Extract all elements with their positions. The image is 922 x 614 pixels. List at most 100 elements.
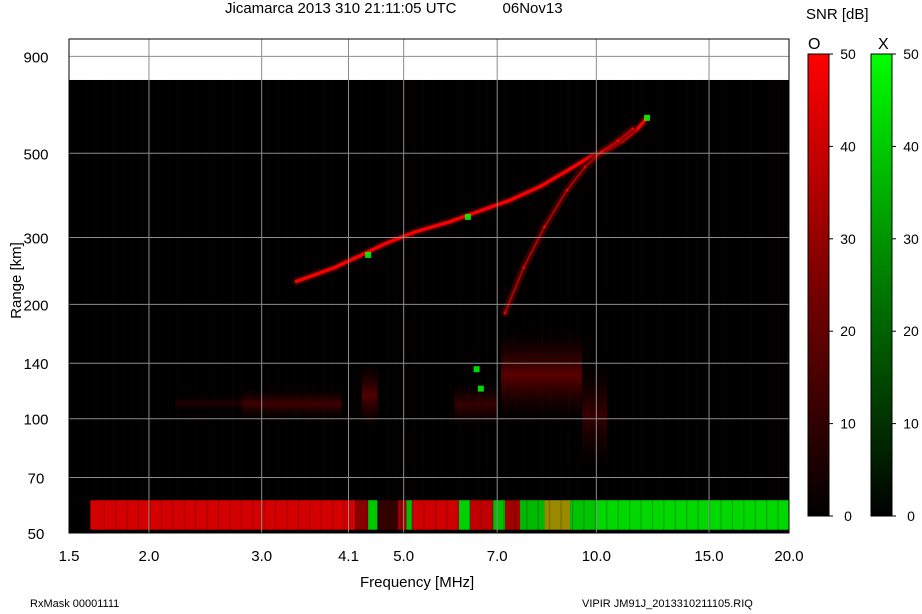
band-stripe: [651, 500, 653, 530]
noise-streak: [632, 79, 634, 533]
band-stripe: [674, 500, 676, 530]
noise-streak: [714, 79, 716, 533]
band-stripe: [720, 500, 722, 530]
x-mode-echo: [644, 114, 651, 121]
x-tick-label: 2.0: [139, 548, 160, 565]
band-stripe: [743, 500, 745, 530]
y-tick-label: 300: [23, 231, 48, 248]
noise-streak: [641, 79, 643, 533]
x-tick-label: 10.0: [582, 548, 611, 565]
band-stripe: [594, 500, 596, 530]
band-stripe: [629, 500, 631, 530]
trace-point: [539, 184, 543, 188]
band-stripe: [343, 500, 345, 530]
band-stripe: [389, 500, 391, 530]
band-echo: [368, 500, 378, 530]
spread-patch: [582, 363, 608, 467]
band-stripe: [434, 500, 436, 530]
noise-streak: [486, 79, 488, 533]
band-stripe: [457, 500, 459, 530]
colorbar-tick-label: 20: [903, 323, 919, 339]
noise-streak: [122, 79, 124, 533]
noise-streak: [149, 79, 152, 533]
band-stripe: [320, 500, 322, 530]
trace-point: [448, 220, 452, 224]
noise-streak: [277, 79, 279, 533]
band-stripe: [572, 500, 574, 530]
ionogram-chart: 1.5 2.0 3.0 4.1 5.0 7.0 10.0 15.0 20.05070100140…: [23, 38, 919, 565]
noise-streak: [477, 79, 479, 533]
noise-streak: [368, 79, 370, 533]
spread-patch: [175, 395, 243, 411]
noise-streak: [240, 79, 243, 533]
band-stripe: [503, 500, 505, 530]
noise-streak: [741, 79, 743, 533]
noise-streak: [786, 79, 789, 533]
trace-point: [600, 150, 604, 154]
noise-streak: [422, 79, 425, 533]
band-echo: [505, 500, 521, 530]
noise-streak: [568, 79, 570, 533]
colorbar-tick-label: 40: [840, 138, 856, 154]
noise-streak: [222, 79, 225, 533]
trace-point: [475, 210, 479, 214]
spread-patch: [454, 381, 498, 428]
band-echo: [90, 500, 356, 530]
band-echo: [570, 500, 597, 530]
band-stripe: [355, 500, 357, 530]
trace-point: [413, 230, 417, 234]
band-stripe: [172, 500, 174, 530]
band-stripe: [514, 500, 516, 530]
noise-streak: [86, 79, 88, 533]
colorbar-x: [870, 53, 893, 517]
spread-patch: [242, 388, 342, 419]
noise-streak: [559, 79, 561, 533]
trace-point: [507, 199, 511, 203]
noise-streak: [231, 79, 234, 533]
noise-streak: [704, 79, 707, 533]
band-stripe: [149, 500, 151, 530]
noise-streak: [550, 79, 552, 533]
band-stripe: [777, 500, 779, 530]
band-echo: [596, 500, 789, 530]
band-echo: [377, 500, 399, 530]
colorbar-tick-label: 40: [903, 138, 919, 154]
band-stripe: [469, 500, 471, 530]
noise-streak: [259, 79, 261, 533]
band-stripe: [160, 500, 162, 530]
trace-point: [360, 253, 364, 257]
band-stripe: [492, 500, 494, 530]
noise-streak: [623, 79, 625, 533]
band-echo: [493, 500, 506, 530]
noise-streak: [113, 79, 115, 533]
noise-streak: [431, 79, 434, 533]
noise-streak: [541, 79, 543, 533]
x-mode-echo: [477, 385, 484, 392]
noise-streak: [677, 79, 680, 533]
band-echo: [406, 500, 412, 530]
band-stripe: [583, 500, 585, 530]
noise-streak: [659, 79, 661, 533]
x-tick-label: 3.0: [251, 548, 272, 565]
noise-streak: [104, 79, 106, 533]
noise-streak: [413, 79, 416, 533]
y-tick-label: 140: [23, 356, 48, 373]
band-stripe: [537, 500, 539, 530]
noise-streak: [750, 79, 752, 533]
band-stripe: [697, 500, 699, 530]
band-stripe: [195, 500, 197, 530]
noise-streak: [331, 79, 334, 533]
colorbar-tick-label: 10: [903, 416, 919, 432]
band-stripe: [412, 500, 414, 530]
band-stripe: [252, 500, 254, 530]
band-stripe: [240, 500, 242, 530]
band-stripe: [560, 500, 562, 530]
noise-streak: [404, 79, 407, 533]
spread-patch: [501, 331, 583, 419]
band-stripe: [423, 500, 425, 530]
noise-streak: [177, 79, 179, 533]
band-stripe: [663, 500, 665, 530]
trace-point: [333, 266, 337, 270]
band-stripe: [229, 500, 231, 530]
noise-streak: [395, 79, 397, 533]
